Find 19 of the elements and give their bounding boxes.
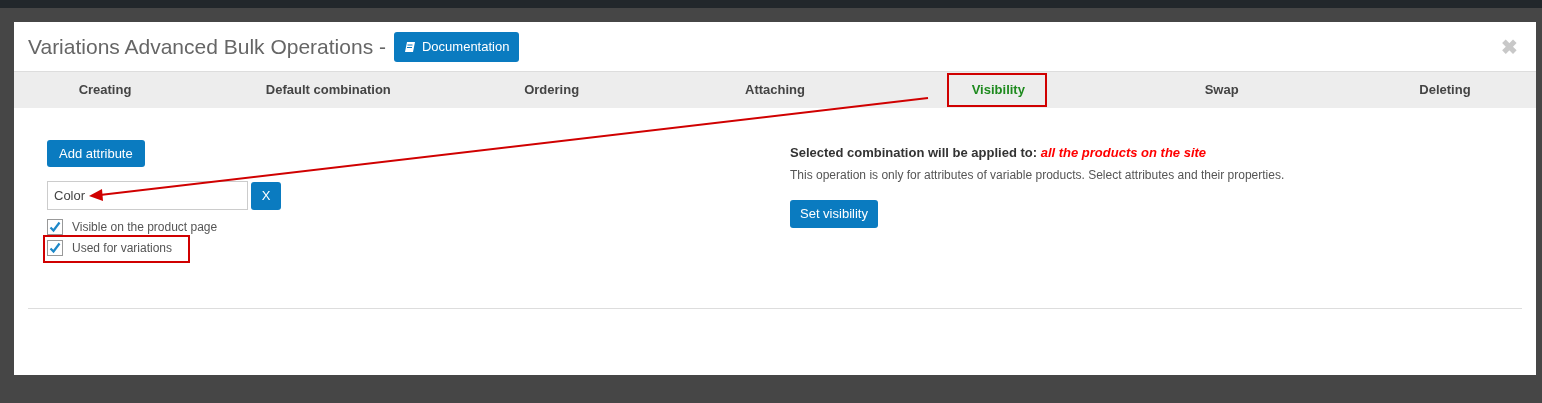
checkbox-label: Visible on the product page bbox=[72, 219, 218, 235]
tab[interactable]: Deleting bbox=[1353, 72, 1536, 108]
tab[interactable]: Swap bbox=[1130, 72, 1313, 108]
tab[interactable]: Attaching bbox=[684, 72, 866, 108]
checkbox[interactable] bbox=[47, 240, 63, 256]
tab[interactable]: Default combination bbox=[237, 72, 420, 108]
documentation-button[interactable]: Documentation bbox=[394, 31, 520, 62]
checkbox[interactable] bbox=[47, 219, 63, 235]
checkbox-label: Used for variations bbox=[72, 240, 173, 256]
dialog-title: Variations Advanced Bulk Operations - bbox=[28, 33, 386, 60]
attribute-field[interactable]: Color bbox=[47, 181, 248, 210]
add-attribute-button[interactable]: Add attribute bbox=[47, 140, 145, 167]
tab[interactable]: Ordering bbox=[460, 72, 643, 108]
remove-attribute-button[interactable]: X bbox=[251, 181, 281, 210]
operation-note: This operation is only for attributes of variable products. Select attributes and their properties. bbox=[790, 166, 1285, 184]
book-icon bbox=[404, 40, 416, 53]
applied-to-text: Selected combination will be applied to: all the products on the site bbox=[790, 144, 1207, 162]
set-visibility-button[interactable]: Set visibility bbox=[790, 199, 878, 228]
tab[interactable]: Creating bbox=[14, 72, 196, 108]
